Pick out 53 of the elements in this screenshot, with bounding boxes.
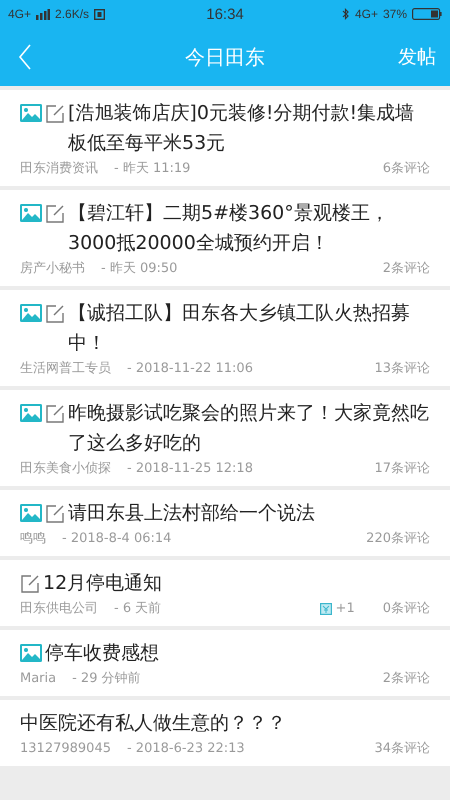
post-title: [浩旭装饰店庆]0元装修!分期付款!集成墙板低至每平米53元 <box>68 101 416 156</box>
post-item[interactable]: 停车收费感想 Maria - 29 分钟前 2条评论 <box>0 630 450 696</box>
post-author: Maria <box>20 670 56 688</box>
post-time: - 昨天 09:50 <box>101 260 178 278</box>
post-title: 请田东县上法村部给一个说法 <box>68 501 316 526</box>
page-title: 今日田东 <box>185 44 265 70</box>
post-item[interactable]: 中医院还有私人做生意的？？？ 13127989045 - 2018-6-23 22:13 34条评论 <box>0 700 450 766</box>
back-icon[interactable] <box>18 44 32 70</box>
post-item[interactable]: 请田东县上法村部给一个说法 鸣鸣 - 2018-8-4 06:14 220条评论 <box>0 490 450 556</box>
comment-count: 6条评论 <box>382 160 430 178</box>
comment-count: 220条评论 <box>366 530 430 548</box>
comment-count: 17条评论 <box>374 460 430 478</box>
network-label: 4G+ <box>354 7 378 21</box>
network-label: 4G+ <box>8 7 32 21</box>
post-title: 昨晚摄影试吃聚会的照片来了！大家竟然吃了这么多好吃的 <box>68 401 430 456</box>
post-time: - 2018-11-25 12:18 <box>127 460 253 478</box>
post-title: 停车收费感想 <box>45 641 160 666</box>
post-time: - 2018-8-4 06:14 <box>62 530 172 548</box>
battery-icon <box>412 8 442 20</box>
signal-icon <box>36 8 50 20</box>
comment-count: 2条评论 <box>382 260 430 278</box>
battery-label: 37% <box>382 7 407 21</box>
post-time: - 6 天前 <box>114 600 162 618</box>
post-title: 【碧江轩】二期5#楼360°景观楼王，3000抵20000全城预约开启！ <box>68 201 390 256</box>
comment-count: 34条评论 <box>374 740 430 758</box>
post-author: 13127989045 <box>20 740 111 758</box>
comment-count: 13条评论 <box>374 360 430 378</box>
reward-count: +1 <box>336 600 355 618</box>
post-item[interactable]: [浩旭装饰店庆]0元装修!分期付款!集成墙板低至每平米53元 田东消费资讯 - 昨天 11:19 6条评论 <box>0 90 450 186</box>
reward-icon <box>320 603 332 615</box>
post-time: - 2018-6-23 22:13 <box>126 740 245 758</box>
post-title: 中医院还有私人做生意的？？？ <box>20 711 287 736</box>
post-item[interactable]: 昨晚摄影试吃聚会的照片来了！大家竟然吃了这么多好吃的 田东美食小侦探 - 2018-11-25 12:18 17条评论 <box>0 390 450 486</box>
bluetooth-icon <box>342 8 350 20</box>
post-time: - 29 分钟前 <box>72 670 141 688</box>
post-title: 【诚招工队】田东各大乡镇工队火热招募中！ <box>68 301 411 356</box>
post-author: 房产小秘书 <box>20 260 85 278</box>
app-icon <box>94 8 106 20</box>
post-title: 12月停电通知 <box>43 571 164 596</box>
post-time: - 昨天 11:19 <box>114 160 190 178</box>
comment-count: 0条评论 <box>382 600 430 618</box>
post-author: 生活网普工专员 <box>20 360 111 378</box>
clock: 16:34 <box>206 6 244 22</box>
post-author: 田东美食小侦探 <box>20 460 111 478</box>
post-item[interactable]: 【碧江轩】二期5#楼360°景观楼王，3000抵20000全城预约开启！ 房产小秘书 - 昨天 09:50 2条评论 <box>0 190 450 286</box>
post-item[interactable]: 【诚招工队】田东各大乡镇工队火热招募中！ 生活网普工专员 - 2018-11-22 11:06 13条评论 <box>0 290 450 386</box>
post-time: - 2018-11-22 11:06 <box>127 360 253 378</box>
post-author: 田东消费资讯 <box>20 160 98 178</box>
post-author: 鸣鸣 <box>20 530 46 548</box>
speed-label: 2.6K/s <box>55 7 90 21</box>
post-author: 田东供电公司 <box>20 600 98 618</box>
comment-count: 2条评论 <box>382 670 430 688</box>
post-item[interactable]: 12月停电通知 田东供电公司 - 6 天前 +1 0条评论 <box>0 560 450 626</box>
